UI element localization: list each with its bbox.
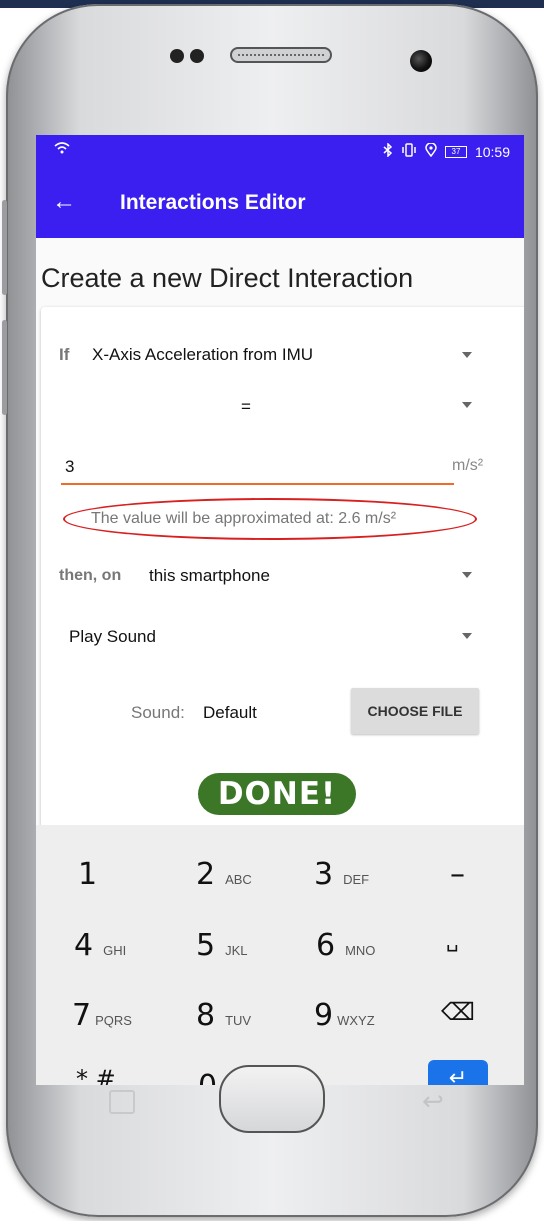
app-bar: ← Interactions Editor <box>36 168 524 238</box>
key-7[interactable]: 7 PQRS <box>72 998 132 1033</box>
then-on-label: then, on <box>59 567 122 584</box>
star-hash-key[interactable]: * # <box>76 1065 116 1085</box>
enter-icon: ↵ <box>448 1065 468 1085</box>
sensor-dot <box>170 49 184 63</box>
key-5[interactable]: 5 JKL <box>196 928 248 963</box>
interaction-form-card: If X-Axis Acceleration from IMU = m/s² T… <box>41 307 524 867</box>
recents-icon[interactable] <box>109 1090 135 1114</box>
period-key[interactable]: . <box>332 1069 342 1085</box>
earpiece-speaker <box>230 47 332 63</box>
numeric-keyboard: 1 2 ABC 3 DEF – 4 GHI 5 JKL 6 MNO ␣ 7 PQRS 8 TU… <box>36 825 524 1085</box>
phone-screen: 37 10:59 ← Interactions Editor Create a … <box>36 135 524 1085</box>
battery-icon: 37 <box>444 145 467 158</box>
space-key[interactable]: ␣ <box>446 928 459 952</box>
key-6[interactable]: 6 MNO <box>316 928 375 963</box>
hardware-back-icon[interactable]: ↩ <box>422 1086 444 1117</box>
sound-label: Sound: <box>131 703 185 722</box>
status-time: 10:59 <box>474 143 510 160</box>
home-button[interactable] <box>219 1065 325 1133</box>
choose-file-button[interactable]: CHOOSE FILE <box>351 688 479 734</box>
front-camera <box>410 50 432 72</box>
back-arrow-icon[interactable]: ← <box>52 188 76 216</box>
sensor-dot <box>190 49 204 63</box>
chevron-down-icon <box>462 633 472 639</box>
threshold-value-input[interactable] <box>61 451 454 485</box>
minus-key[interactable]: – <box>450 857 465 892</box>
key-3[interactable]: 3 DEF <box>314 857 369 892</box>
done-button[interactable]: DONE! <box>198 773 356 815</box>
if-label: If <box>59 345 70 364</box>
location-icon <box>425 142 437 160</box>
chevron-down-icon <box>462 572 472 578</box>
chevron-down-icon <box>462 352 472 358</box>
sound-value: Default <box>203 703 257 722</box>
approximation-note: The value will be approximated at: 2.6 m… <box>91 510 397 527</box>
page-heading: Create a new Direct Interaction <box>41 263 414 293</box>
key-2[interactable]: 2 ABC <box>196 857 252 892</box>
key-8[interactable]: 8 TUV <box>196 998 251 1033</box>
bluetooth-icon <box>383 142 393 160</box>
status-bar: 37 10:59 <box>36 135 524 168</box>
chevron-down-icon <box>462 402 472 408</box>
key-9[interactable]: 9 WXYZ <box>314 998 375 1033</box>
sensor-selected-value: X-Axis Acceleration from IMU <box>92 345 314 364</box>
volume-button <box>2 200 7 295</box>
bixby-button <box>2 320 7 415</box>
unit-label: m/s² <box>452 457 484 474</box>
target-selected-value: this smartphone <box>149 566 270 585</box>
wifi-icon <box>54 141 70 158</box>
backspace-icon[interactable]: ⌫ <box>441 998 475 1026</box>
enter-key[interactable]: ↵ <box>428 1060 488 1085</box>
app-title: Interactions Editor <box>120 191 306 214</box>
action-selected-value: Play Sound <box>69 627 156 646</box>
status-icons: 37 10:59 <box>383 142 510 160</box>
key-4[interactable]: 4 GHI <box>74 928 126 963</box>
operator-selected-value: = <box>241 397 251 416</box>
key-1[interactable]: 1 <box>78 857 97 892</box>
vibrate-icon <box>401 143 417 160</box>
